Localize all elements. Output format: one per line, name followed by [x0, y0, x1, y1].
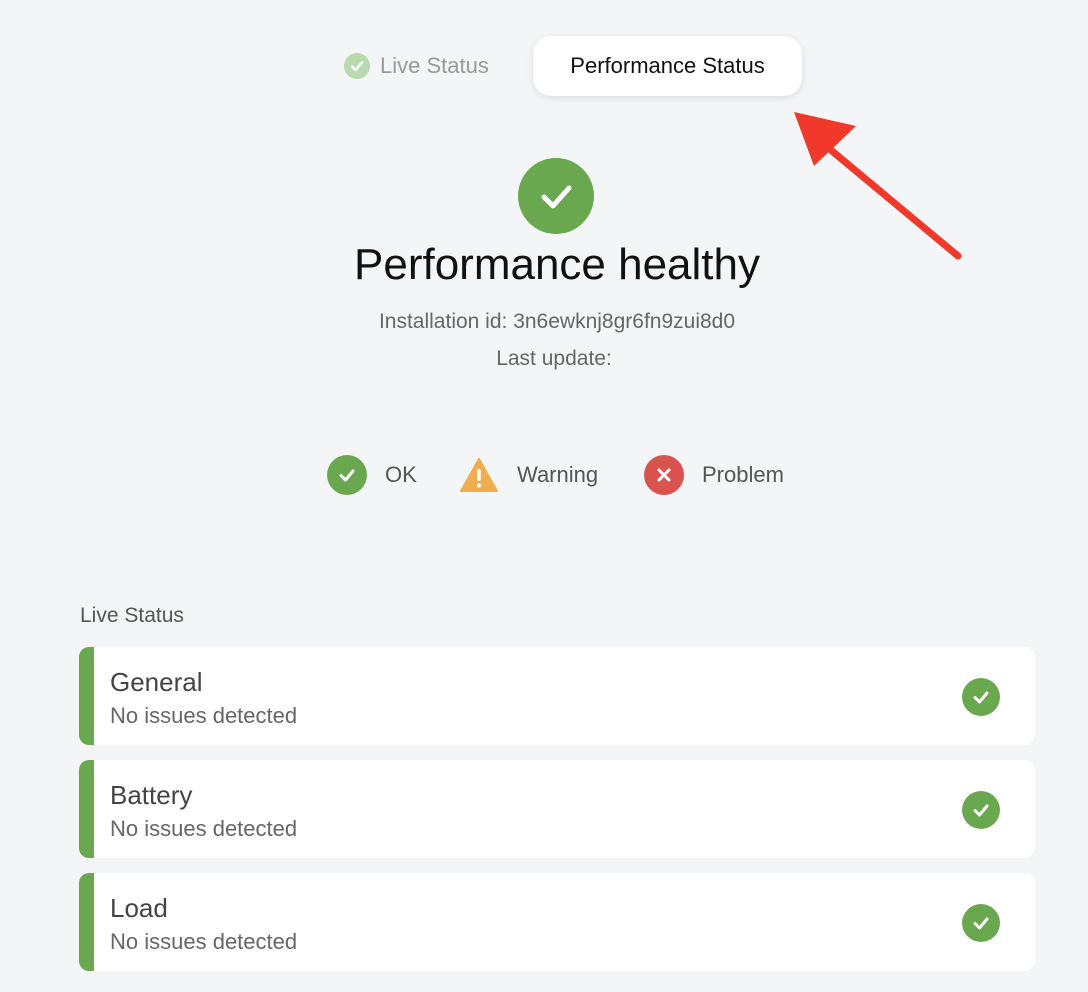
- legend-ok: OK: [327, 454, 417, 496]
- status-card-battery[interactable]: Battery No issues detected: [79, 760, 1035, 858]
- check-circle-icon: [344, 53, 370, 79]
- legend-warning: Warning: [459, 454, 598, 496]
- tab-performance-status[interactable]: Performance Status: [533, 36, 802, 96]
- status-card-load[interactable]: Load No issues detected: [79, 873, 1035, 971]
- installation-id: Installation id: 3n6ewknj8gr6fn9zui8d0: [378, 310, 736, 333]
- legend-problem-label: Problem: [702, 462, 784, 487]
- card-title: General: [110, 667, 203, 697]
- status-card-general[interactable]: General No issues detected: [79, 647, 1035, 745]
- status-tabs: Live Status Performance Status: [0, 36, 1088, 96]
- tab-live-status[interactable]: Live Status: [344, 50, 489, 82]
- tab-live-status-label: Live Status: [380, 53, 489, 78]
- status-legend: OK Warning Problem: [0, 454, 1088, 496]
- card-subtitle: No issues detected: [110, 703, 298, 728]
- legend-problem: Problem: [644, 454, 784, 496]
- card-title: Load: [110, 893, 168, 923]
- card-title: Battery: [110, 780, 193, 810]
- last-update: Last update:: [496, 347, 612, 370]
- status-bar: [79, 647, 94, 745]
- section-label: Live Status: [80, 604, 184, 627]
- card-subtitle: No issues detected: [110, 929, 298, 954]
- check-circle-icon: [327, 455, 367, 495]
- tab-performance-status-label: Performance Status: [570, 53, 765, 78]
- x-circle-icon: [644, 455, 684, 495]
- legend-warning-label: Warning: [517, 462, 599, 487]
- status-bar: [79, 873, 94, 971]
- status-bar: [79, 760, 94, 858]
- card-subtitle: No issues detected: [110, 816, 298, 841]
- check-circle-icon: [962, 678, 1000, 716]
- warning-triangle-icon: [460, 458, 498, 492]
- check-circle-icon: [962, 904, 1000, 942]
- legend-ok-label: OK: [385, 462, 417, 487]
- check-circle-icon: [962, 791, 1000, 829]
- performance-healthy-check-icon: [518, 158, 594, 234]
- page-title: Performance healthy: [354, 240, 760, 289]
